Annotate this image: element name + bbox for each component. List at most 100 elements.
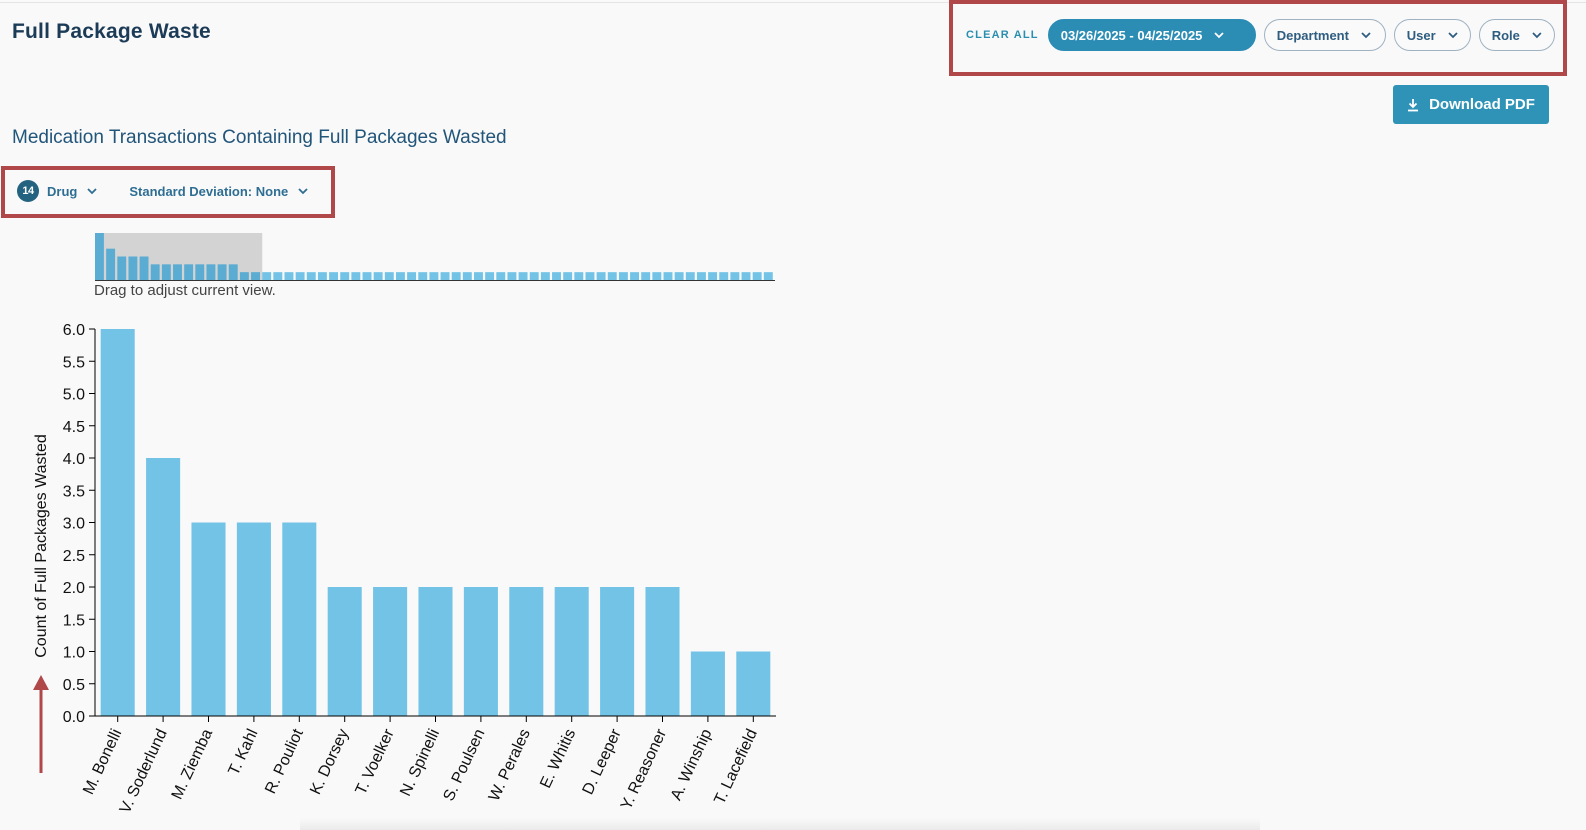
overview-bar [563,272,573,280]
chevron-down-icon [1532,31,1542,38]
x-tick-label: V. Soderlund [117,727,171,817]
y-tick-label: 4.0 [63,451,85,468]
bar[interactable] [600,587,635,716]
bar[interactable] [509,587,544,716]
download-pdf-button[interactable]: Download PDF [1393,85,1549,124]
overview-bar [329,272,339,280]
overview-bar [418,272,428,280]
overview-bar [239,272,249,280]
overview-bar [607,272,617,280]
y-axis: 0.0 0.5 1.0 1.5 2.0 2.5 3.0 3.5 4.0 4.5 5.0 5.5 6.0 [63,322,96,726]
brush-overview[interactable] [95,233,775,281]
chevron-down-icon [1361,31,1371,38]
bar[interactable] [418,587,453,716]
x-tick-label: N. Spinelli [397,727,443,799]
user-filter[interactable]: User [1393,19,1471,51]
overview-bar [685,272,695,280]
bar[interactable] [100,329,135,716]
x-tick-label: E. Whitis [537,727,579,791]
x-tick-label: T. Kahl [225,727,261,779]
bar[interactable] [554,587,589,716]
filter-bar: CLEAR ALL 03/26/2025 - 04/25/2025 Depart… [966,18,1555,52]
bar[interactable] [327,587,362,716]
bar[interactable] [690,651,725,717]
overview-bar [652,272,662,280]
overview-bar [317,272,327,280]
x-tick-label: S. Poulsen [440,727,488,804]
x-tick-label: M. Bonelli [80,727,125,798]
overview-bar [596,272,606,280]
overview-bar [117,256,127,280]
overview-bar [195,264,205,280]
department-filter[interactable]: Department [1263,19,1386,51]
overview-bar [306,272,316,280]
x-tick-label: K. Dorsey [307,727,352,798]
overview-bar [395,272,405,280]
overview-bar [540,272,550,280]
x-tick-label: R. Pouliot [262,726,307,797]
user-label: User [1406,27,1436,43]
date-range-label: 03/26/2025 - 04/25/2025 [1060,27,1203,43]
bars-group [100,329,771,717]
overview-bar [474,272,483,280]
x-tick-label: W. Perales [486,727,534,804]
y-tick-label: 1.0 [63,645,85,662]
overview-bar [674,272,684,280]
overview-bar [106,248,116,280]
overview-bar [630,272,639,280]
date-range-filter[interactable]: 03/26/2025 - 04/25/2025 [1047,19,1256,51]
overview-bar [95,233,104,280]
bar[interactable] [236,522,271,717]
overview-bar [708,272,718,280]
overview-bar [574,272,584,280]
overview-bar [262,272,272,280]
overview-bar [228,264,238,280]
y-tick-label: 2.0 [63,580,85,597]
bar[interactable] [146,458,181,716]
x-tick-label: Y. Reasoner [618,726,670,813]
overview-bar [362,272,372,280]
clear-all-button[interactable]: CLEAR ALL [966,29,1039,41]
y-tick-label: 2.5 [63,548,85,565]
x-tick-label: M. Ziemba [169,726,216,802]
bar[interactable] [373,587,408,716]
y-tick-label: 5.5 [63,354,85,371]
download-pdf-label: Download PDF [1429,96,1535,113]
overview-bar [518,272,528,280]
overview-bar [719,272,729,280]
bar[interactable] [736,651,771,717]
x-tick-label: A. Winship [668,726,716,803]
overview-bar [351,272,361,280]
overview-bar [585,272,595,280]
y-tick-label: 5.0 [63,387,85,404]
bar[interactable] [282,522,317,717]
overview-bar [752,272,762,280]
overview-bar [552,272,561,280]
overview-bar [173,264,182,280]
overview-bar [295,272,305,280]
overview-bar [217,264,227,280]
department-label: Department [1276,27,1349,43]
y-tick-label: 6.0 [63,322,85,339]
y-tick-label: 3.0 [63,516,85,533]
x-tick-label: T. Voelker [353,726,398,797]
overview-bar [128,256,138,280]
y-tick-label: 0.0 [63,709,85,726]
overview-bar [696,272,706,280]
role-label: Role [1491,27,1520,43]
bar[interactable] [645,587,680,716]
overview-bar [451,272,461,280]
bar[interactable] [191,522,226,717]
y-tick-label: 0.5 [63,677,85,694]
overview-bar [407,272,417,280]
overview-bar [340,272,350,280]
overview-bar [663,272,673,280]
y-tick-label: 3.5 [63,483,85,500]
overview-bar [429,272,439,280]
overview-bar [150,264,160,280]
overview-bar [618,272,628,280]
bar[interactable] [463,587,498,716]
overview-bar [529,272,539,280]
overview-bar [373,272,383,280]
role-filter[interactable]: Role [1478,19,1555,51]
